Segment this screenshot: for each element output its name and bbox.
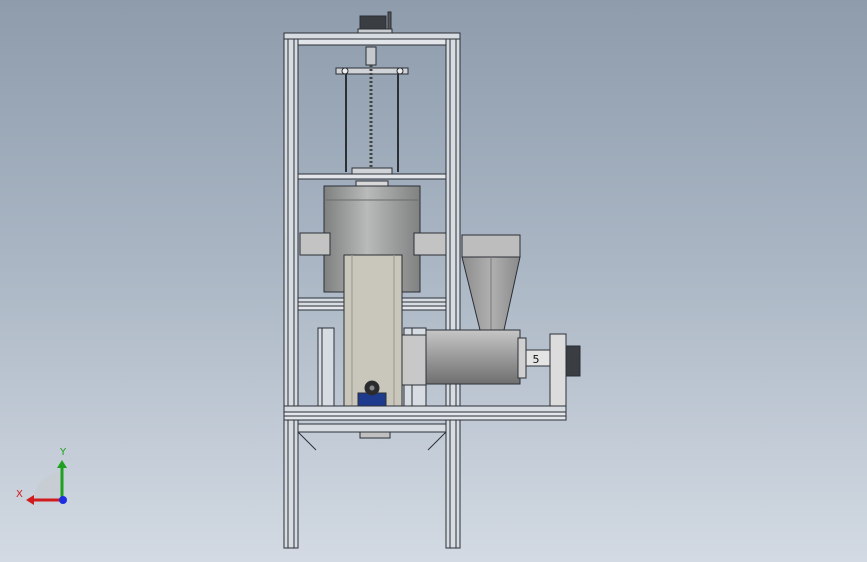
frame-base[interactable] [283, 405, 567, 439]
frame-top-rail[interactable] [283, 32, 461, 46]
extruder-barrel[interactable] [401, 329, 581, 407]
lift-mechanism[interactable] [335, 46, 409, 175]
position-label: 5 [533, 353, 540, 366]
y-axis-label: Y [59, 447, 67, 458]
orientation-triad: Y X [16, 447, 67, 505]
frame-middle-rail[interactable] [297, 173, 447, 180]
feed-hopper[interactable] [461, 234, 521, 331]
y-arrow-head [57, 460, 67, 468]
frame-legs[interactable] [283, 419, 461, 549]
triad-plane [34, 472, 62, 500]
top-motor[interactable] [357, 11, 393, 34]
cad-viewport[interactable]: 5 Y X [0, 0, 867, 562]
x-arrow-head [26, 495, 34, 505]
z-axis-dot [59, 496, 67, 504]
machine-assembly[interactable] [283, 11, 581, 549]
frame-left-column[interactable] [283, 32, 299, 410]
x-axis-label: X [16, 489, 23, 500]
